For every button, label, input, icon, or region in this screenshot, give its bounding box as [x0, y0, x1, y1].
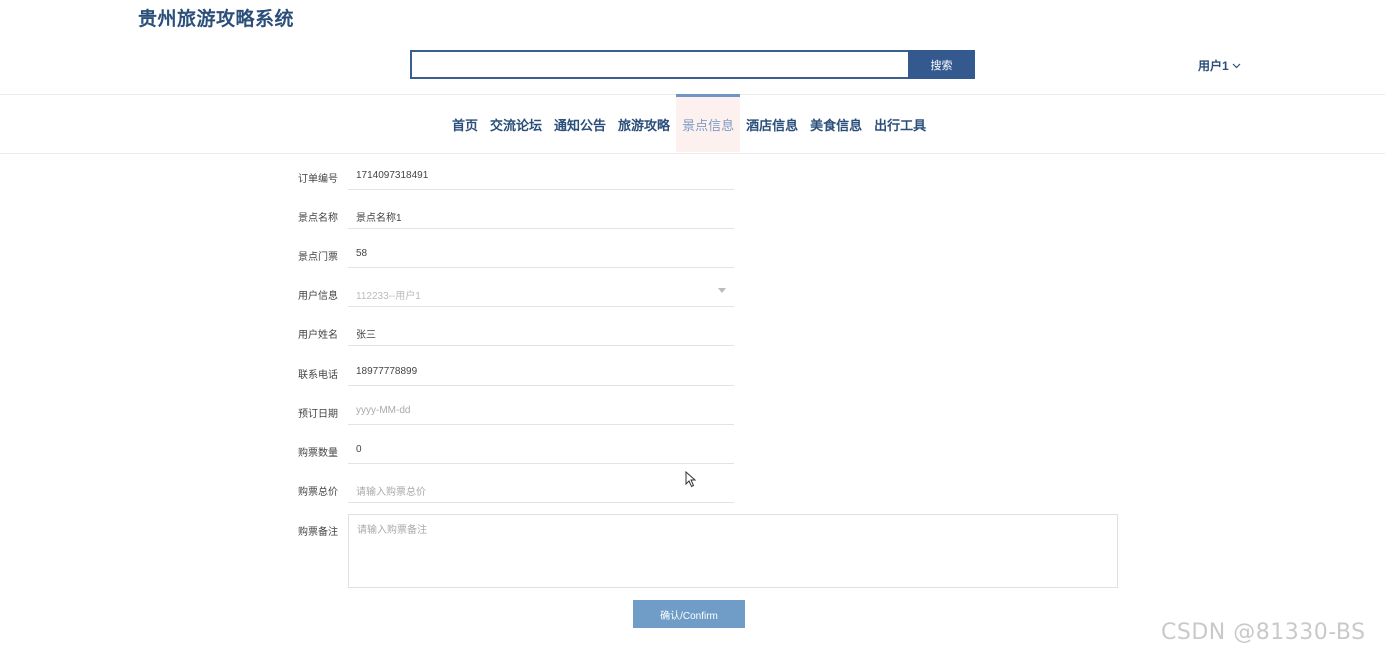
- quantity-label: 购票数量: [298, 448, 338, 459]
- watermark: CSDN @81330-BS: [1161, 620, 1366, 645]
- quantity-field[interactable]: 0: [348, 430, 734, 464]
- phone-field[interactable]: 18977778899: [348, 352, 734, 386]
- nav-item-spots[interactable]: 景点信息: [676, 94, 741, 152]
- spot-name-field[interactable]: 景点名称1: [348, 195, 734, 229]
- user-name-label: 用户姓名: [298, 330, 338, 341]
- booking-date-label: 预订日期: [298, 409, 338, 420]
- user-info-select[interactable]: 112233--用户1: [348, 273, 734, 307]
- nav-item-notice[interactable]: 通知公告: [548, 94, 612, 152]
- caret-down-icon: [718, 288, 726, 293]
- ticket-price-field[interactable]: 58: [348, 234, 734, 268]
- mouse-cursor-icon: [685, 471, 697, 488]
- user-menu[interactable]: 用户1: [1198, 57, 1241, 74]
- user-info-value: 112233--用户1: [356, 291, 421, 302]
- ticket-price-label: 景点门票: [298, 252, 338, 263]
- order-no-label: 订单编号: [298, 174, 338, 185]
- site-title: 贵州旅游攻略系统: [138, 9, 295, 30]
- phone-label: 联系电话: [298, 370, 338, 381]
- confirm-button[interactable]: 确认/Confirm: [633, 600, 745, 628]
- nav-item-guide[interactable]: 旅游攻略: [612, 94, 676, 152]
- nav-item-hotels[interactable]: 酒店信息: [740, 94, 804, 152]
- booking-date-field[interactable]: yyyy-MM-dd: [348, 391, 734, 425]
- user-info-label: 用户信息: [298, 291, 338, 302]
- remark-textarea[interactable]: 请输入购票备注: [348, 514, 1118, 588]
- remark-label: 购票备注: [298, 527, 338, 538]
- main-nav: 首页 交流论坛 通知公告 旅游攻略 景点信息 酒店信息 美食信息 出行工具: [0, 94, 1385, 154]
- nav-item-home[interactable]: 首页: [446, 94, 484, 152]
- search-bar: 搜索: [410, 50, 975, 79]
- total-price-label: 购票总价: [298, 487, 338, 498]
- order-no-field[interactable]: 1714097318491: [348, 156, 734, 190]
- user-menu-label: 用户1: [1198, 59, 1229, 73]
- nav-item-transport[interactable]: 出行工具: [868, 94, 932, 152]
- total-price-field[interactable]: 请输入购票总价: [348, 469, 734, 503]
- user-name-field[interactable]: 张三: [348, 312, 734, 346]
- chevron-down-icon: [1232, 63, 1241, 68]
- nav-item-forum[interactable]: 交流论坛: [484, 94, 548, 152]
- search-input[interactable]: [410, 50, 908, 79]
- spot-name-label: 景点名称: [298, 213, 338, 224]
- nav-item-food[interactable]: 美食信息: [804, 94, 868, 152]
- search-button[interactable]: 搜索: [908, 50, 975, 79]
